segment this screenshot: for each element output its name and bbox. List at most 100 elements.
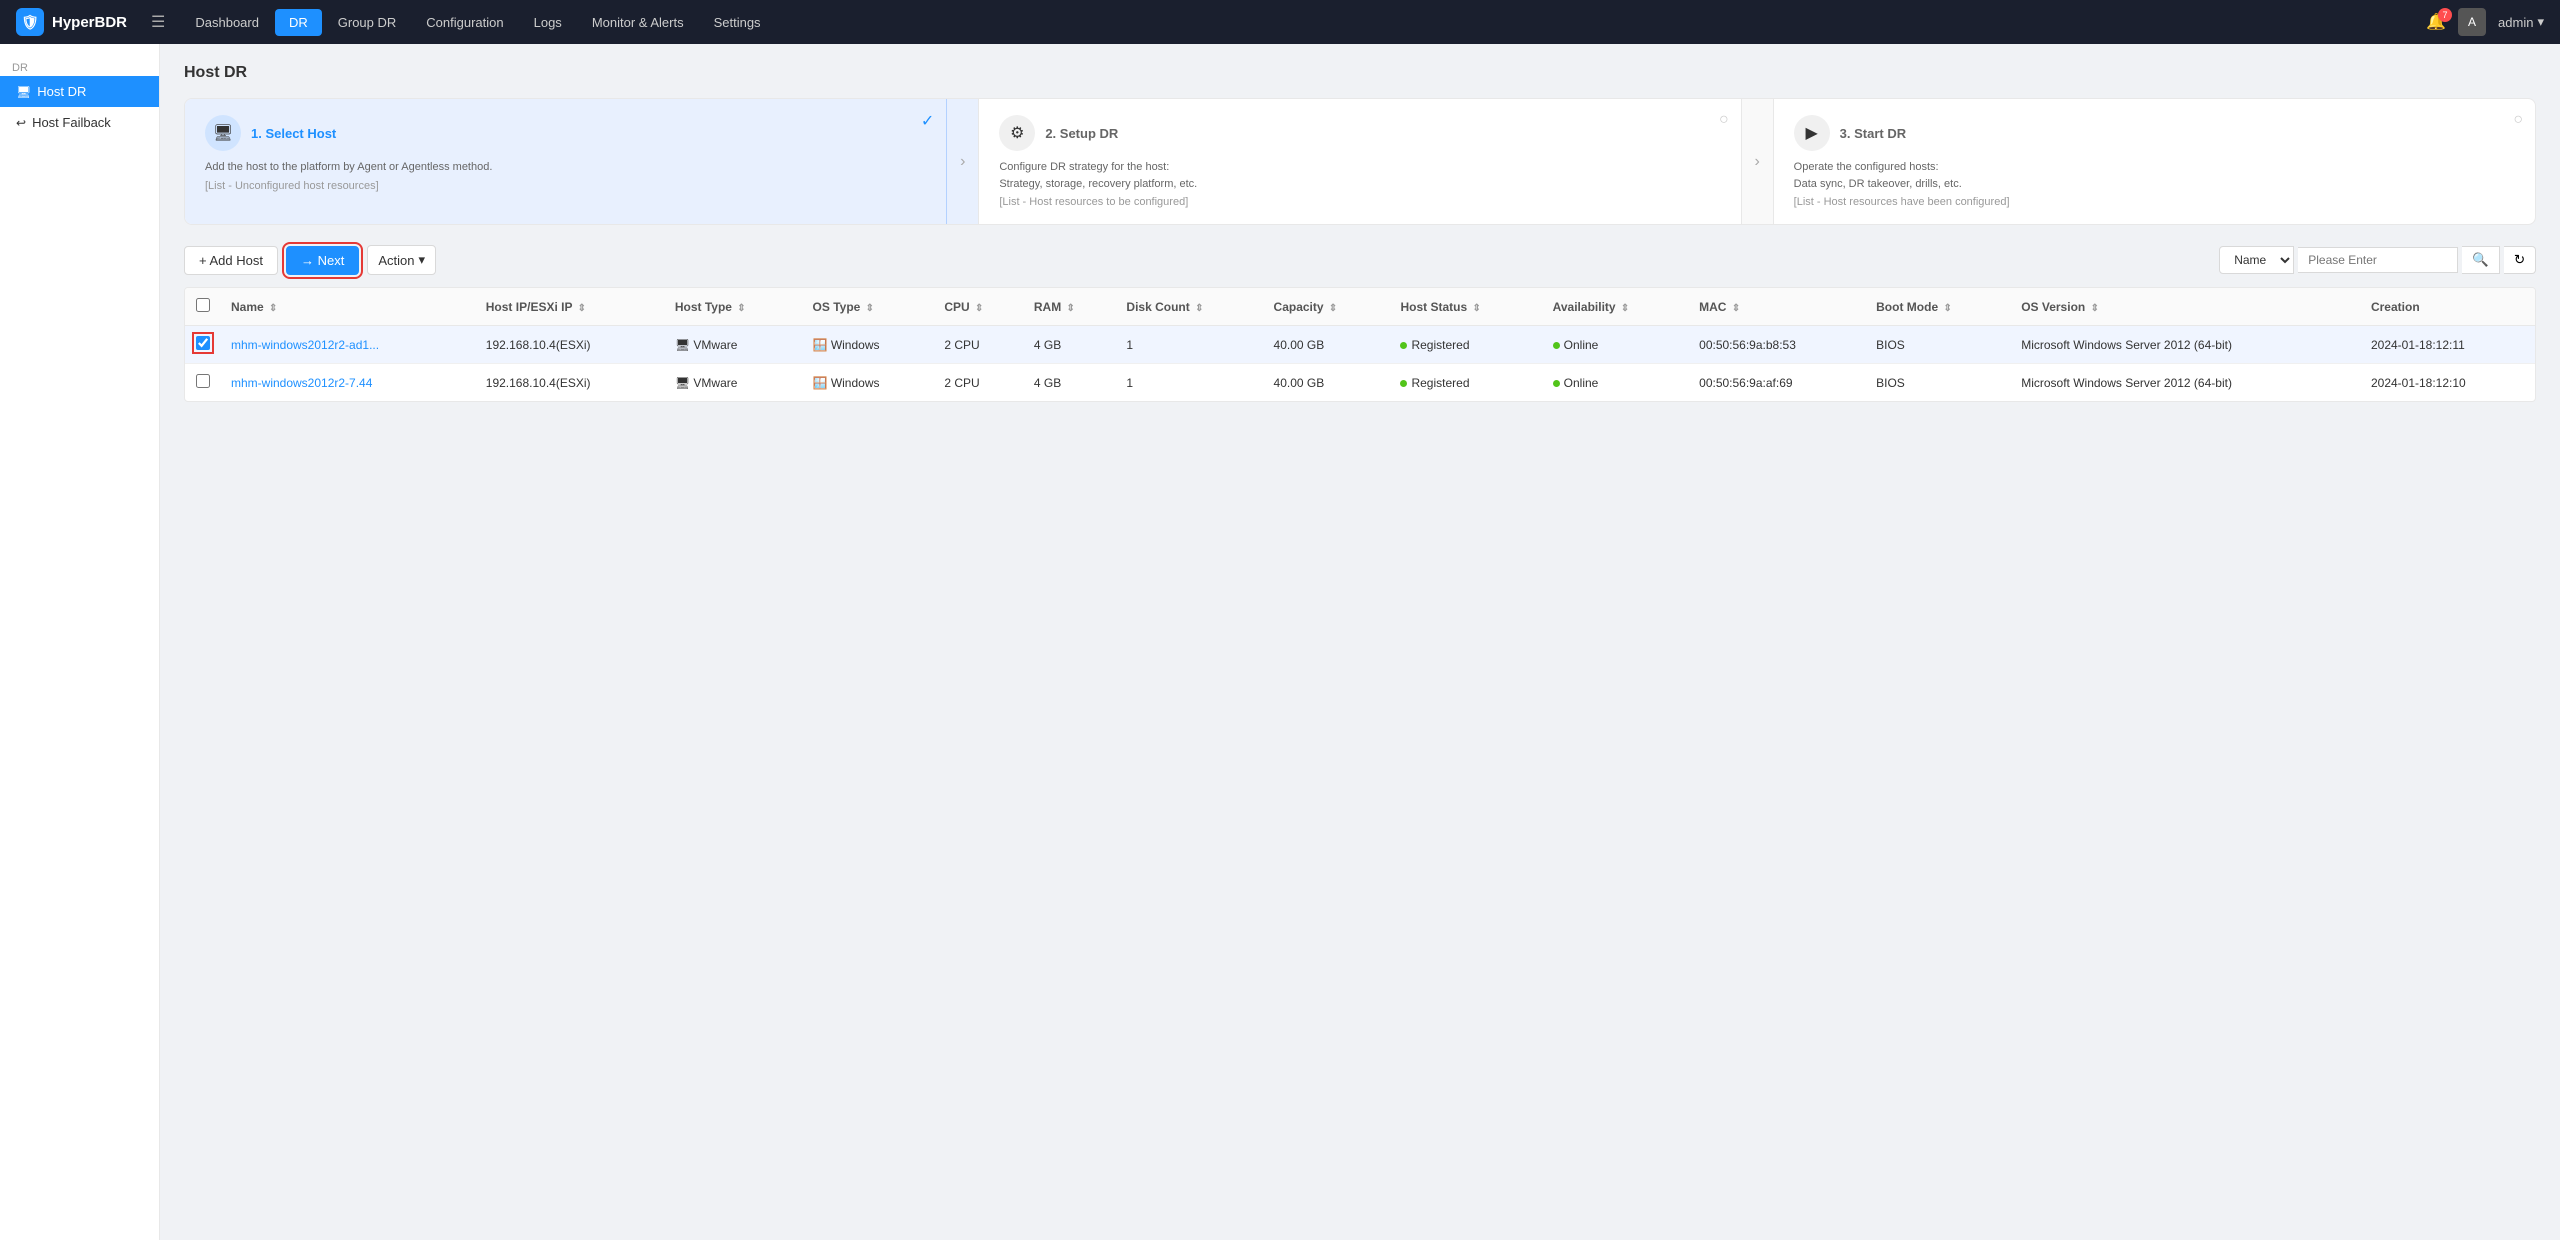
row-2-avail-dot: [1553, 380, 1560, 387]
row-1-host-type: 🖥 VMware: [665, 326, 803, 364]
row-2-cpu: 2 CPU: [934, 364, 1024, 402]
nav-monitor-alerts[interactable]: Monitor & Alerts: [578, 9, 698, 36]
hamburger-menu[interactable]: ☰: [143, 8, 173, 36]
sidebar: DR 🖥 Host DR ↩ Host Failback: [0, 44, 160, 1240]
step-3-check: ○: [2513, 111, 2523, 129]
col-mac: MAC ⇕: [1689, 288, 1866, 326]
user-menu[interactable]: admin ▾: [2498, 14, 2544, 30]
topnav: 🛡 HyperBDR ☰ Dashboard DR Group DR Confi…: [0, 0, 2560, 44]
step-2: ⚙ 2. Setup DR Configure DR strategy for …: [979, 99, 1741, 224]
add-host-button[interactable]: + Add Host: [184, 246, 278, 275]
search-input[interactable]: [2298, 247, 2458, 273]
col-capacity: Capacity ⇕: [1264, 288, 1391, 326]
row-1-name[interactable]: mhm-windows2012r2-ad1...: [221, 326, 476, 364]
page-title: Host DR: [184, 64, 2536, 82]
row-2-name-link[interactable]: mhm-windows2012r2-7.44: [231, 376, 372, 390]
row-2-mac: 00:50:56:9a:af:69: [1689, 364, 1866, 402]
row-1-host-ip: 192.168.10.4(ESXi): [476, 326, 665, 364]
nav-group-dr[interactable]: Group DR: [324, 9, 411, 36]
host-dr-icon: 🖥: [16, 85, 31, 99]
step-3-title: 3. Start DR: [1840, 126, 1906, 141]
row-1-os-version: Microsoft Windows Server 2012 (64-bit): [2011, 326, 2361, 364]
col-name: Name ⇕: [221, 288, 476, 326]
col-ram: RAM ⇕: [1024, 288, 1117, 326]
row-2-boot-mode: BIOS: [1866, 364, 2011, 402]
row-2-select[interactable]: [185, 364, 221, 402]
step-3-icon: ▶: [1794, 115, 1830, 151]
col-availability: Availability ⇕: [1543, 288, 1689, 326]
nav-configuration[interactable]: Configuration: [412, 9, 517, 36]
action-label: Action: [378, 253, 414, 268]
step-2-desc2: Strategy, storage, recovery platform, et…: [999, 176, 1720, 193]
row-1-os-type: 🪟 Windows: [803, 326, 935, 364]
host-failback-icon: ↩: [16, 116, 26, 130]
windows-icon: 🪟: [813, 338, 828, 352]
step-1: 🖥 1. Select Host Add the host to the pla…: [185, 99, 947, 224]
user-label: admin: [2498, 15, 2533, 30]
search-select[interactable]: Name: [2219, 246, 2294, 274]
step-2-link: [List - Host resources to be configured]: [999, 196, 1720, 208]
refresh-button[interactable]: ↻: [2504, 246, 2536, 274]
refresh-icon: ↻: [2514, 252, 2525, 267]
row-2-name[interactable]: mhm-windows2012r2-7.44: [221, 364, 476, 402]
toolbar: + Add Host → Next Action ▾ Name 🔍 ↻: [184, 245, 2536, 275]
nav-settings[interactable]: Settings: [700, 9, 775, 36]
row-1-ram: 4 GB: [1024, 326, 1117, 364]
notification-bell[interactable]: 🔔 7: [2426, 12, 2446, 32]
row-1-capacity: 40.00 GB: [1264, 326, 1391, 364]
step-3: ▶ 3. Start DR Operate the configured hos…: [1774, 99, 2535, 224]
notification-count: 7: [2438, 8, 2452, 22]
step-1-desc1: Add the host to the platform by Agent or…: [205, 159, 926, 176]
row-1-availability: Online: [1543, 326, 1689, 364]
row-2-host-type: 🖥 VMware: [665, 364, 803, 402]
user-arrow: ▾: [2537, 14, 2544, 30]
nav-dr[interactable]: DR: [275, 9, 322, 36]
avatar: A: [2458, 8, 2486, 36]
step-1-link: [List - Unconfigured host resources]: [205, 180, 926, 192]
action-button[interactable]: Action ▾: [367, 245, 436, 275]
step-1-title: 1. Select Host: [251, 126, 336, 141]
table-row: mhm-windows2012r2-ad1... 192.168.10.4(ES…: [185, 326, 2535, 364]
col-host-type: Host Type ⇕: [665, 288, 803, 326]
windows-icon-2: 🪟: [813, 376, 828, 390]
row-2-status-dot: [1400, 380, 1407, 387]
step-2-title: 2. Setup DR: [1045, 126, 1118, 141]
step-1-check: ✓: [921, 111, 934, 131]
steps-container: 🖥 1. Select Host Add the host to the pla…: [184, 98, 2536, 225]
row-2-creation: 2024-01-18:12:10: [2361, 364, 2535, 402]
next-label: → Next: [301, 253, 344, 268]
step-2-check: ○: [1719, 111, 1729, 129]
vmware-icon: 🖥: [675, 338, 690, 352]
vmware-icon-2: 🖥: [675, 376, 690, 390]
nav-logs[interactable]: Logs: [520, 9, 576, 36]
next-button[interactable]: → Next: [286, 246, 359, 275]
sidebar-item-host-dr[interactable]: 🖥 Host DR: [0, 76, 159, 107]
row-1-checkbox[interactable]: [196, 336, 210, 350]
row-2-checkbox[interactable]: [196, 374, 210, 388]
row-1-select[interactable]: [185, 326, 221, 364]
select-all-checkbox[interactable]: [196, 298, 210, 312]
main-content: Host DR 🖥 1. Select Host Add the host to…: [160, 44, 2560, 1240]
sidebar-item-host-failback[interactable]: ↩ Host Failback: [0, 107, 159, 138]
select-all-header[interactable]: [185, 288, 221, 326]
step-divider-2: ›: [1742, 99, 1774, 224]
col-creation: Creation: [2361, 288, 2535, 326]
row-1-name-link[interactable]: mhm-windows2012r2-ad1...: [231, 338, 379, 352]
row-1-mac: 00:50:56:9a:b8:53: [1689, 326, 1866, 364]
col-os-type: OS Type ⇕: [803, 288, 935, 326]
col-boot-mode: Boot Mode ⇕: [1866, 288, 2011, 326]
row-1-status-dot: [1400, 342, 1407, 349]
nav-items: Dashboard DR Group DR Configuration Logs…: [181, 9, 2418, 36]
row-1-creation: 2024-01-18:12:11: [2361, 326, 2535, 364]
row-1-boot-mode: BIOS: [1866, 326, 2011, 364]
step-3-desc1: Operate the configured hosts:: [1794, 159, 2515, 176]
col-disk-count: Disk Count ⇕: [1116, 288, 1263, 326]
search-button[interactable]: 🔍: [2462, 246, 2500, 274]
row-2-host-status: Registered: [1390, 364, 1542, 402]
nav-dashboard[interactable]: Dashboard: [181, 9, 273, 36]
row-1-cpu: 2 CPU: [934, 326, 1024, 364]
row-2-availability: Online: [1543, 364, 1689, 402]
app-logo[interactable]: 🛡 HyperBDR: [16, 8, 127, 36]
step-2-icon: ⚙: [999, 115, 1035, 151]
step-3-link: [List - Host resources have been configu…: [1794, 196, 2515, 208]
